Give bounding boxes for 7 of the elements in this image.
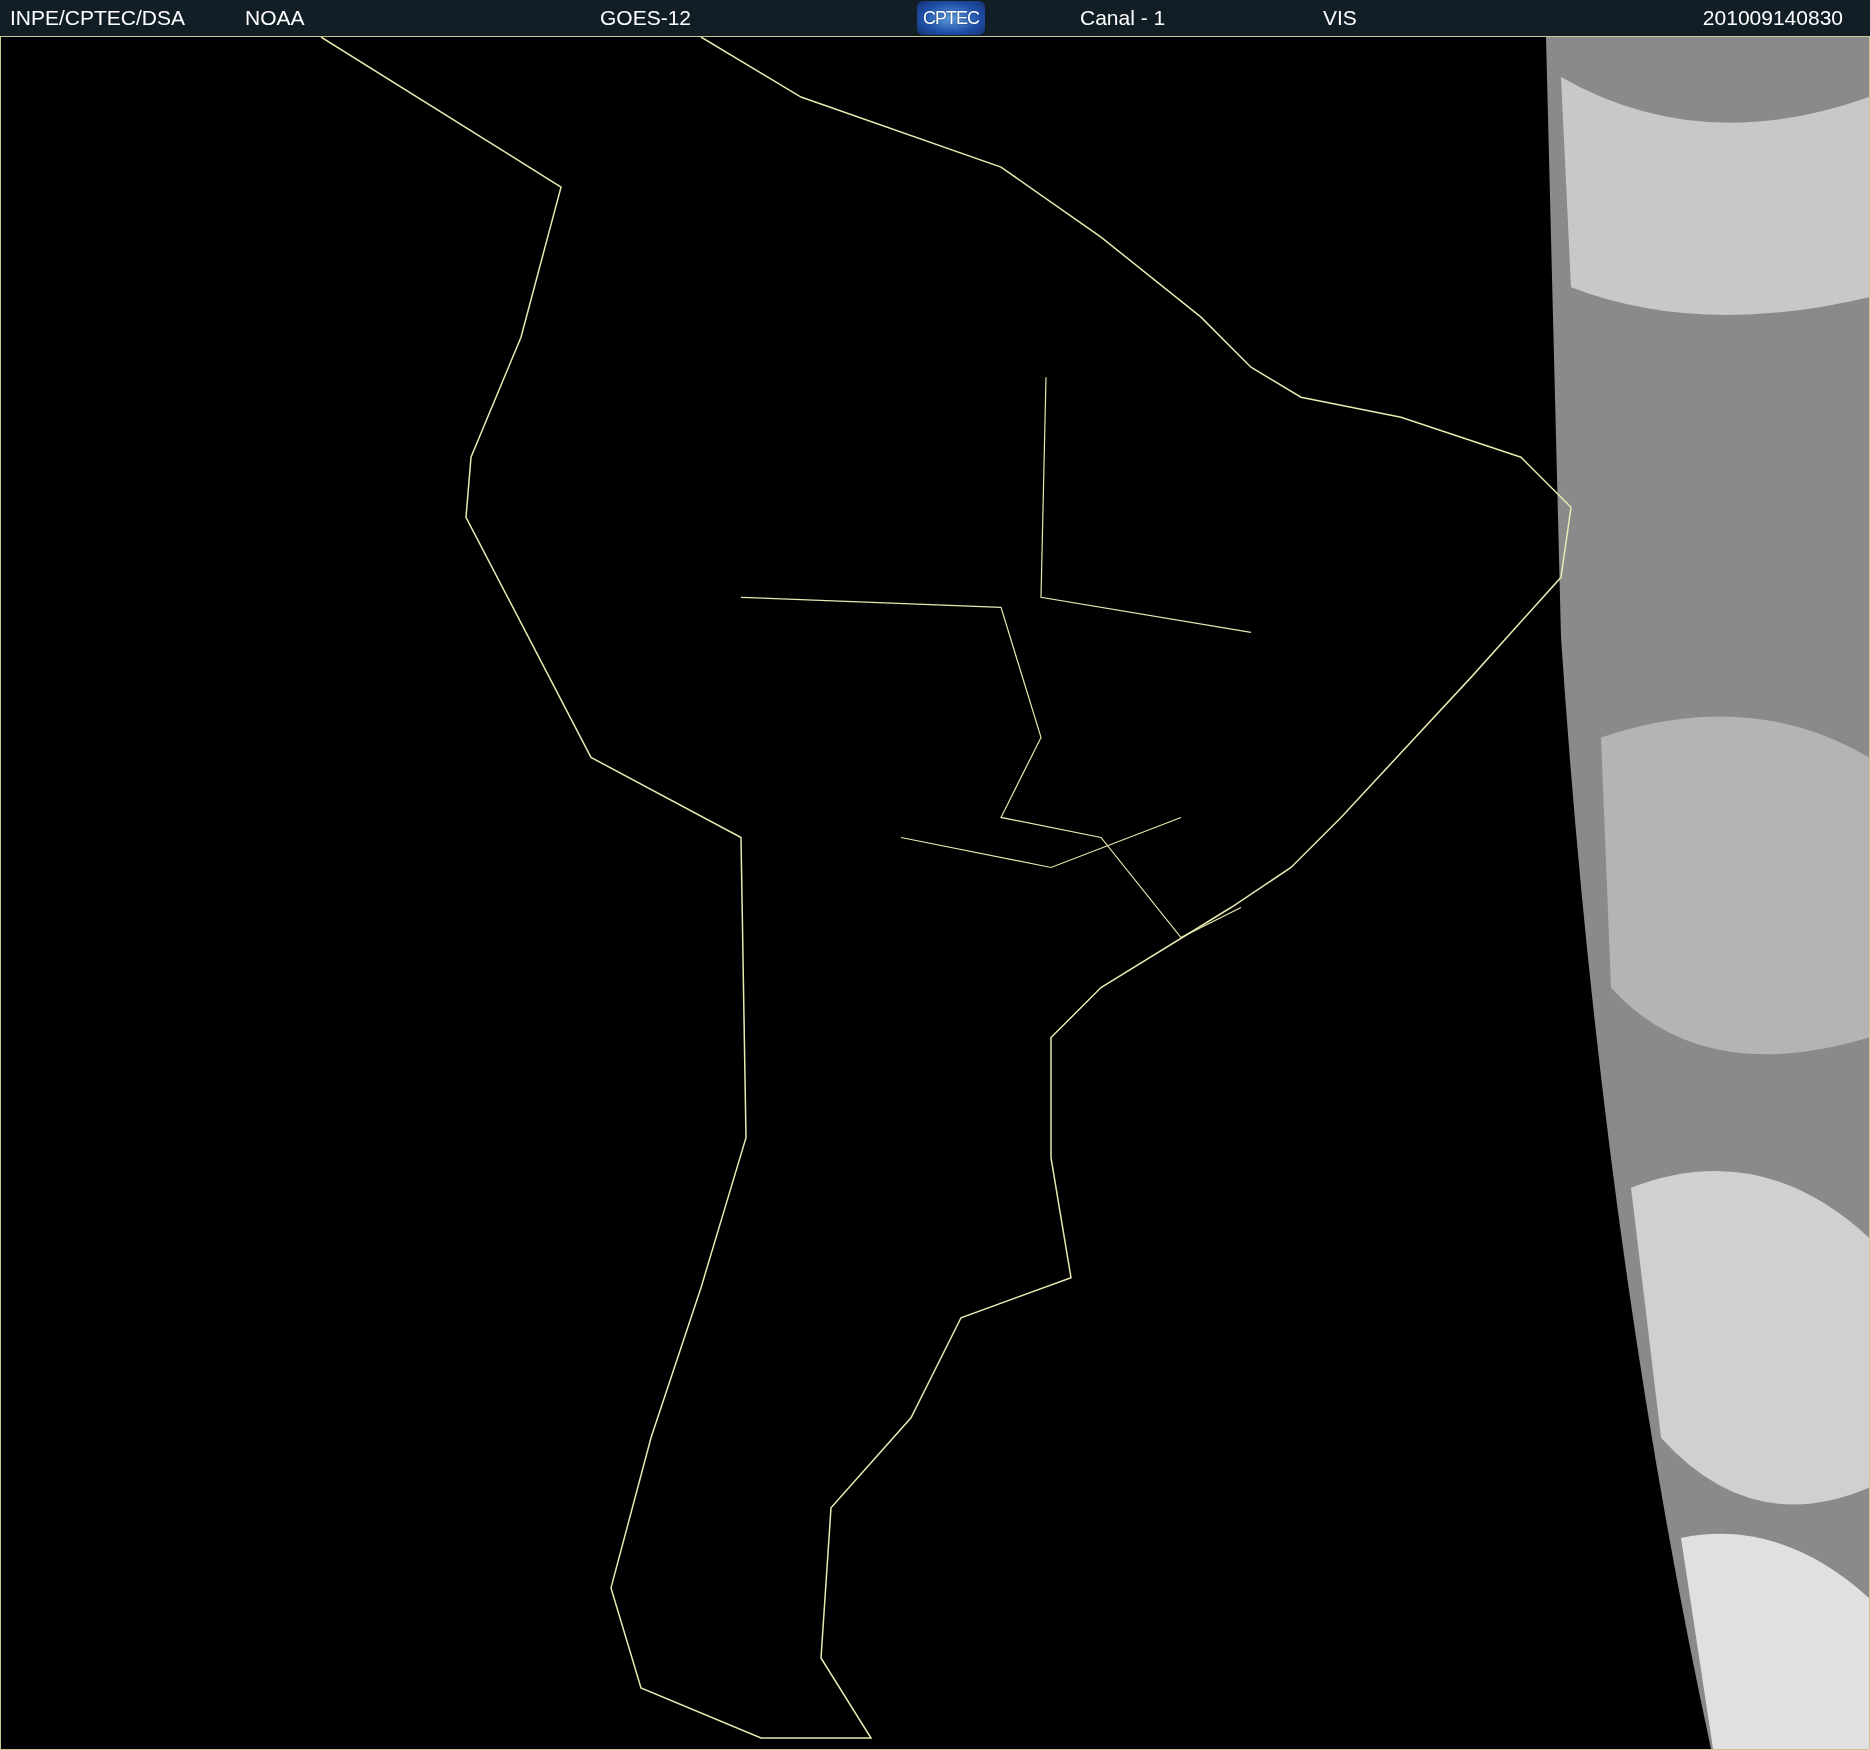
header-label: 201009140830 — [1702, 6, 1843, 30]
header-label: NOAA — [245, 6, 305, 30]
header-label: VIS — [1323, 6, 1357, 30]
header-label: GOES-12 — [600, 6, 692, 30]
header-label: Canal - 1 — [1080, 6, 1166, 30]
logo: CPTEC — [917, 1, 985, 35]
header-label: INPE/CPTEC/DSA — [10, 6, 186, 30]
